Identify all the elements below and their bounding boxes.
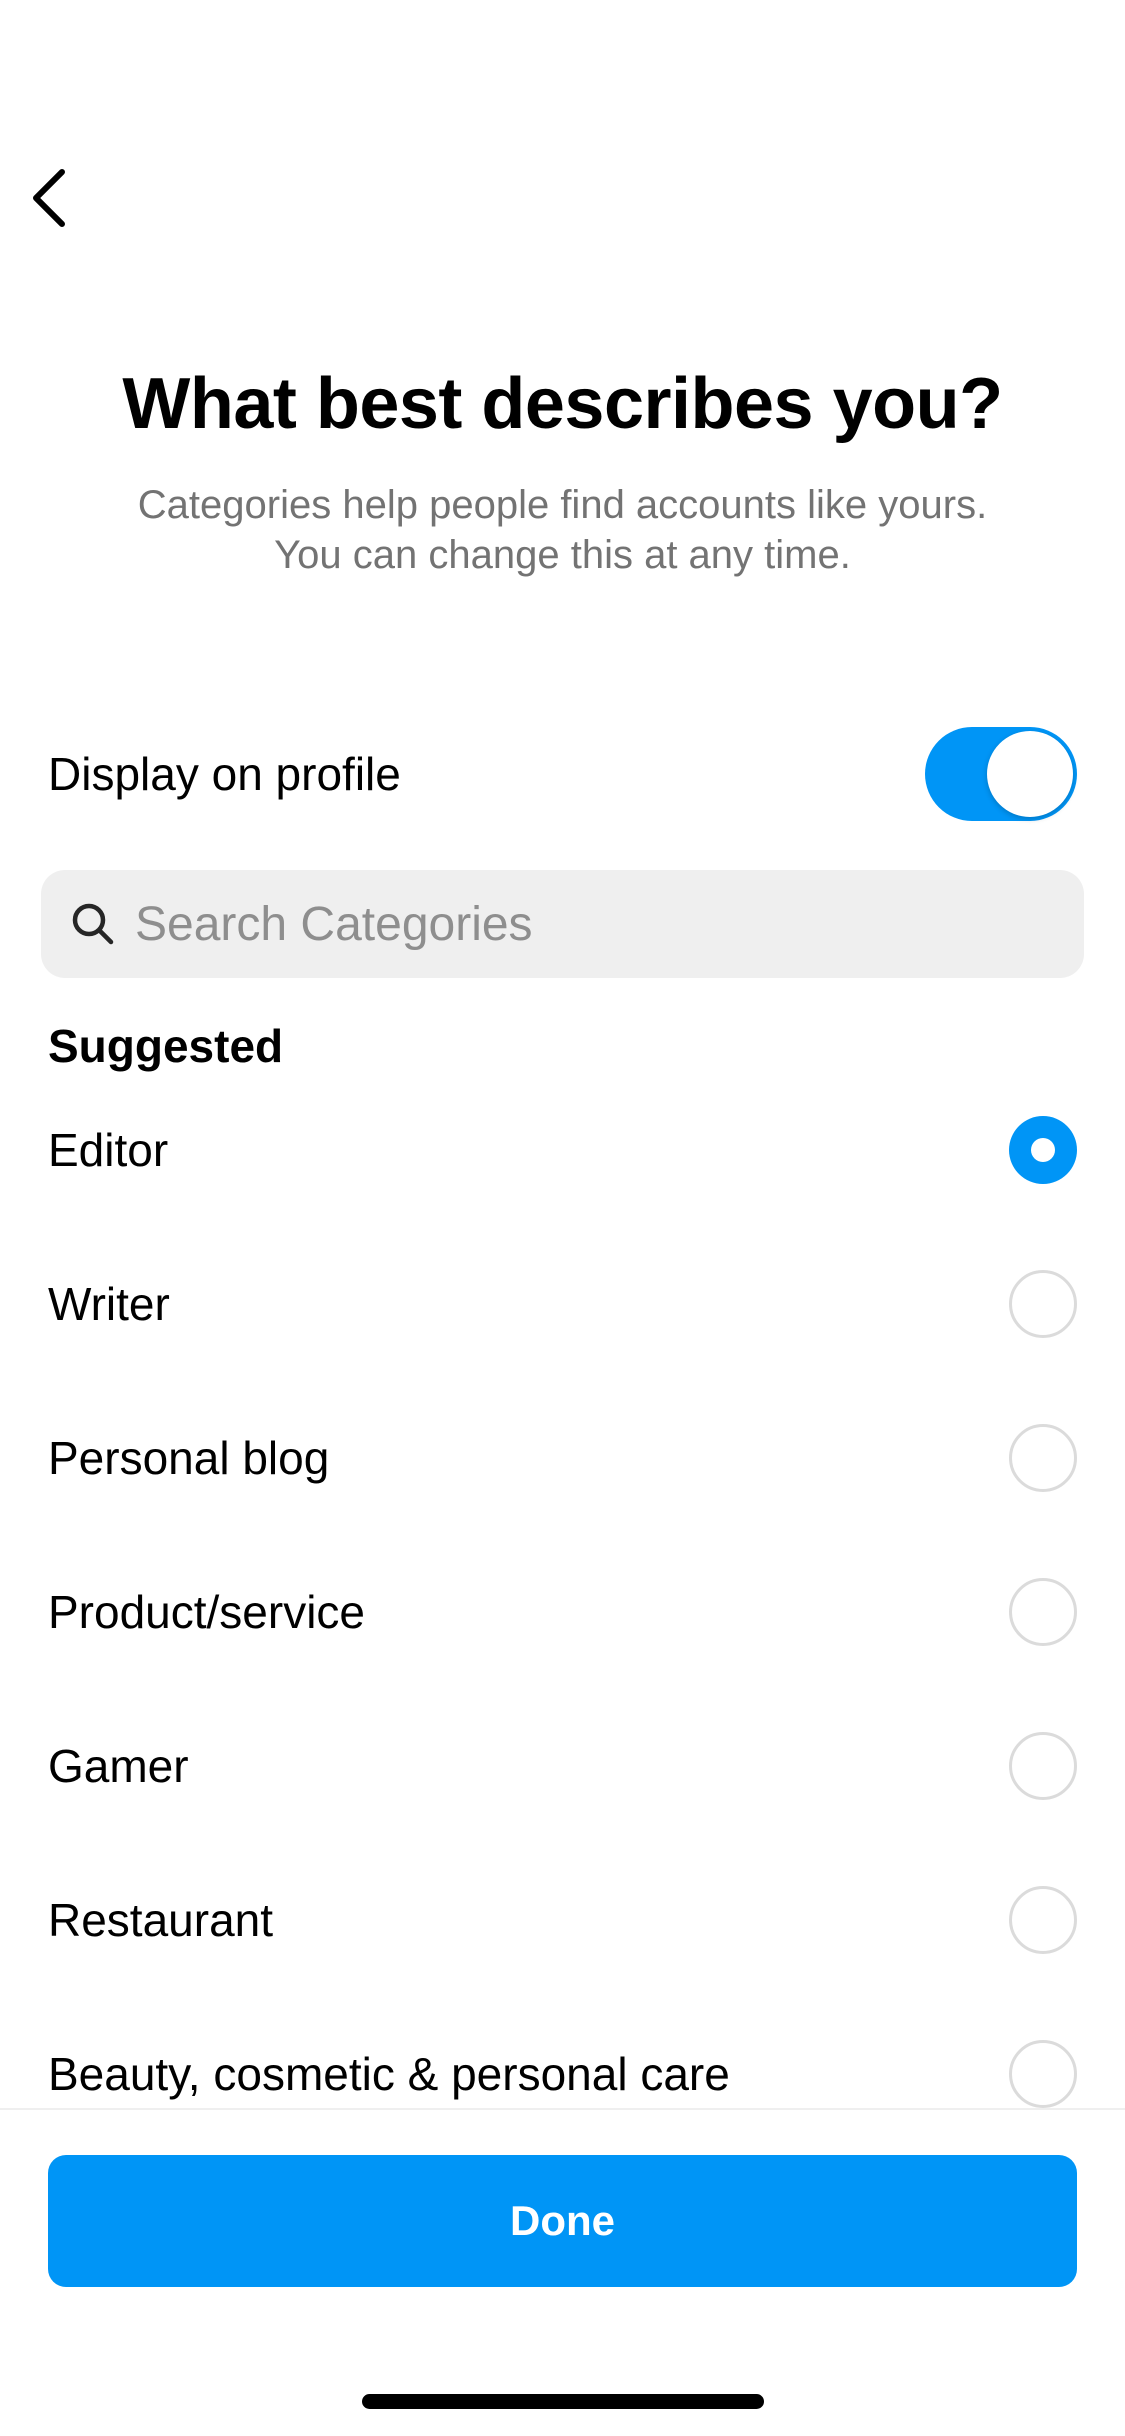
page-title: What best describes you? [122,364,1003,444]
search-input[interactable] [135,870,1035,978]
radio-unselected[interactable] [1009,1886,1077,1954]
radio-unselected[interactable] [1009,1732,1077,1800]
search-bar [41,870,1084,978]
list-item-label: Personal blog [48,1432,330,1484]
list-item-restaurant[interactable]: Restaurant [0,1843,1125,1997]
list-item-label: Editor [48,1124,169,1176]
list-item-product-service[interactable]: Product/service [0,1535,1125,1689]
radio-unselected[interactable] [1009,1424,1077,1492]
display-on-profile-row: Display on profile [48,726,1077,822]
list-item-label: Restaurant [48,1894,274,1946]
subtitle-line-2: You can change this at any time. [274,533,851,577]
toggle-knob [987,731,1073,817]
list-item-label: Product/service [48,1586,366,1638]
suggested-header: Suggested [48,1020,284,1072]
list-item-writer[interactable]: Writer [0,1227,1125,1381]
list-item-editor[interactable]: Editor [0,1073,1125,1227]
radio-dot [1031,1138,1055,1162]
home-indicator[interactable] [362,2394,764,2409]
category-list: Editor Writer Personal blog Product/serv… [0,1073,1125,2108]
chevron-left-icon [33,169,65,227]
back-button[interactable] [18,160,78,236]
display-on-profile-toggle[interactable] [925,727,1077,821]
subtitle-line-1: Categories help people find accounts lik… [137,483,988,527]
radio-selected[interactable] [1009,1116,1077,1184]
list-item-gamer[interactable]: Gamer [0,1689,1125,1843]
list-item-beauty[interactable]: Beauty, cosmetic & personal care [0,1997,1125,2108]
display-on-profile-label: Display on profile [48,748,401,800]
list-item-label: Beauty, cosmetic & personal care [48,2048,730,2100]
list-item-personal-blog[interactable]: Personal blog [0,1381,1125,1535]
list-item-label: Gamer [48,1740,189,1792]
radio-unselected[interactable] [1009,1270,1077,1338]
radio-unselected[interactable] [1009,1578,1077,1646]
search-icon [69,900,117,948]
radio-unselected[interactable] [1009,2040,1077,2108]
category-screen: What best describes you? Categories help… [0,0,1125,2436]
divider [0,2108,1125,2110]
done-button[interactable]: Done [48,2155,1077,2287]
list-item-label: Writer [48,1278,170,1330]
page-subtitle: Categories help people find accounts lik… [60,480,1065,580]
